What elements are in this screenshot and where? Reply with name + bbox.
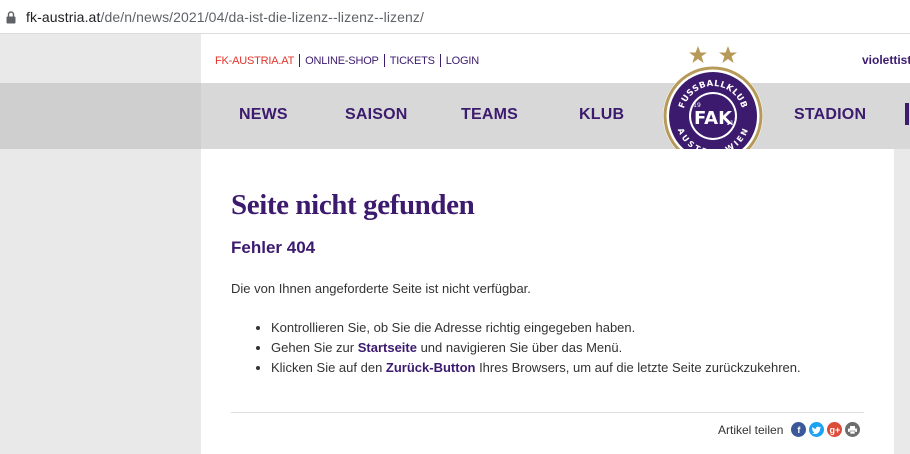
list-item: Kontrollieren Sie, ob Sie die Adresse ri…	[271, 318, 801, 338]
link-separator	[383, 54, 385, 67]
help-list: Kontrollieren Sie, ob Sie die Adresse ri…	[231, 318, 801, 378]
startseite-link[interactable]: Startseite	[358, 340, 417, 355]
tickets-link[interactable]: TICKETS	[390, 55, 435, 67]
page-title: Seite nicht gefunden	[231, 189, 475, 221]
url-host: fk-austria.at	[26, 8, 101, 25]
print-icon[interactable]	[845, 422, 861, 437]
error-message: Die von Ihnen angeforderte Seite ist nic…	[231, 281, 531, 296]
main-nav: NEWS SAISON TEAMS KLUB STADION	[0, 83, 910, 149]
error-subtitle: Fehler 404	[231, 238, 316, 257]
login-link[interactable]: LOGIN	[446, 55, 479, 67]
link-separator	[439, 54, 441, 67]
nav-stadion[interactable]: STADION	[794, 106, 866, 124]
share-label: Artikel teilen	[718, 422, 784, 437]
url-text[interactable]: fk-austria.at/de/n/news/2021/04/da-ist-d…	[26, 9, 424, 25]
content-panel: Seite nicht gefunden Fehler 404 Die von …	[201, 149, 894, 454]
page: FK-AUSTRIA.AT ONLINE-SHOP TICKETS LOGIN …	[0, 34, 910, 454]
online-shop-link[interactable]: ONLINE-SHOP	[305, 55, 379, 67]
google-plus-icon[interactable]: g+	[827, 422, 843, 437]
address-bar[interactable]: fk-austria.at/de/n/news/2021/04/da-ist-d…	[0, 0, 910, 34]
list-item: Klicken Sie auf den Zurück-Button Ihres …	[271, 358, 801, 378]
nav-item-cutoff[interactable]	[905, 103, 909, 125]
facebook-icon[interactable]: f	[791, 422, 807, 437]
divider	[231, 412, 864, 413]
link-separator	[299, 54, 301, 67]
star-icon	[719, 46, 737, 63]
fk-austria-link[interactable]: FK-AUSTRIA.AT	[215, 55, 294, 67]
nav-klub[interactable]: KLUB	[579, 106, 624, 124]
list-item: Gehen Sie zur Startseite und navigieren …	[271, 338, 801, 358]
nav-teams[interactable]: TEAMS	[461, 106, 518, 124]
nav-news[interactable]: NEWS	[239, 106, 288, 124]
back-button-link[interactable]: Zurück-Button	[386, 360, 476, 375]
star-icon	[689, 46, 707, 63]
violett-link[interactable]: violettistr	[862, 53, 910, 67]
share-bar: Artikel teilen f g+	[718, 422, 863, 437]
top-links: FK-AUSTRIA.AT ONLINE-SHOP TICKETS LOGIN	[215, 54, 479, 67]
url-path: /de/n/news/2021/04/da-ist-die-lizenz--li…	[100, 8, 425, 25]
twitter-icon[interactable]	[809, 422, 825, 437]
lock-icon	[6, 11, 16, 24]
svg-text:11: 11	[726, 120, 734, 127]
svg-text:19: 19	[693, 102, 701, 109]
nav-saison[interactable]: SAISON	[345, 106, 408, 124]
